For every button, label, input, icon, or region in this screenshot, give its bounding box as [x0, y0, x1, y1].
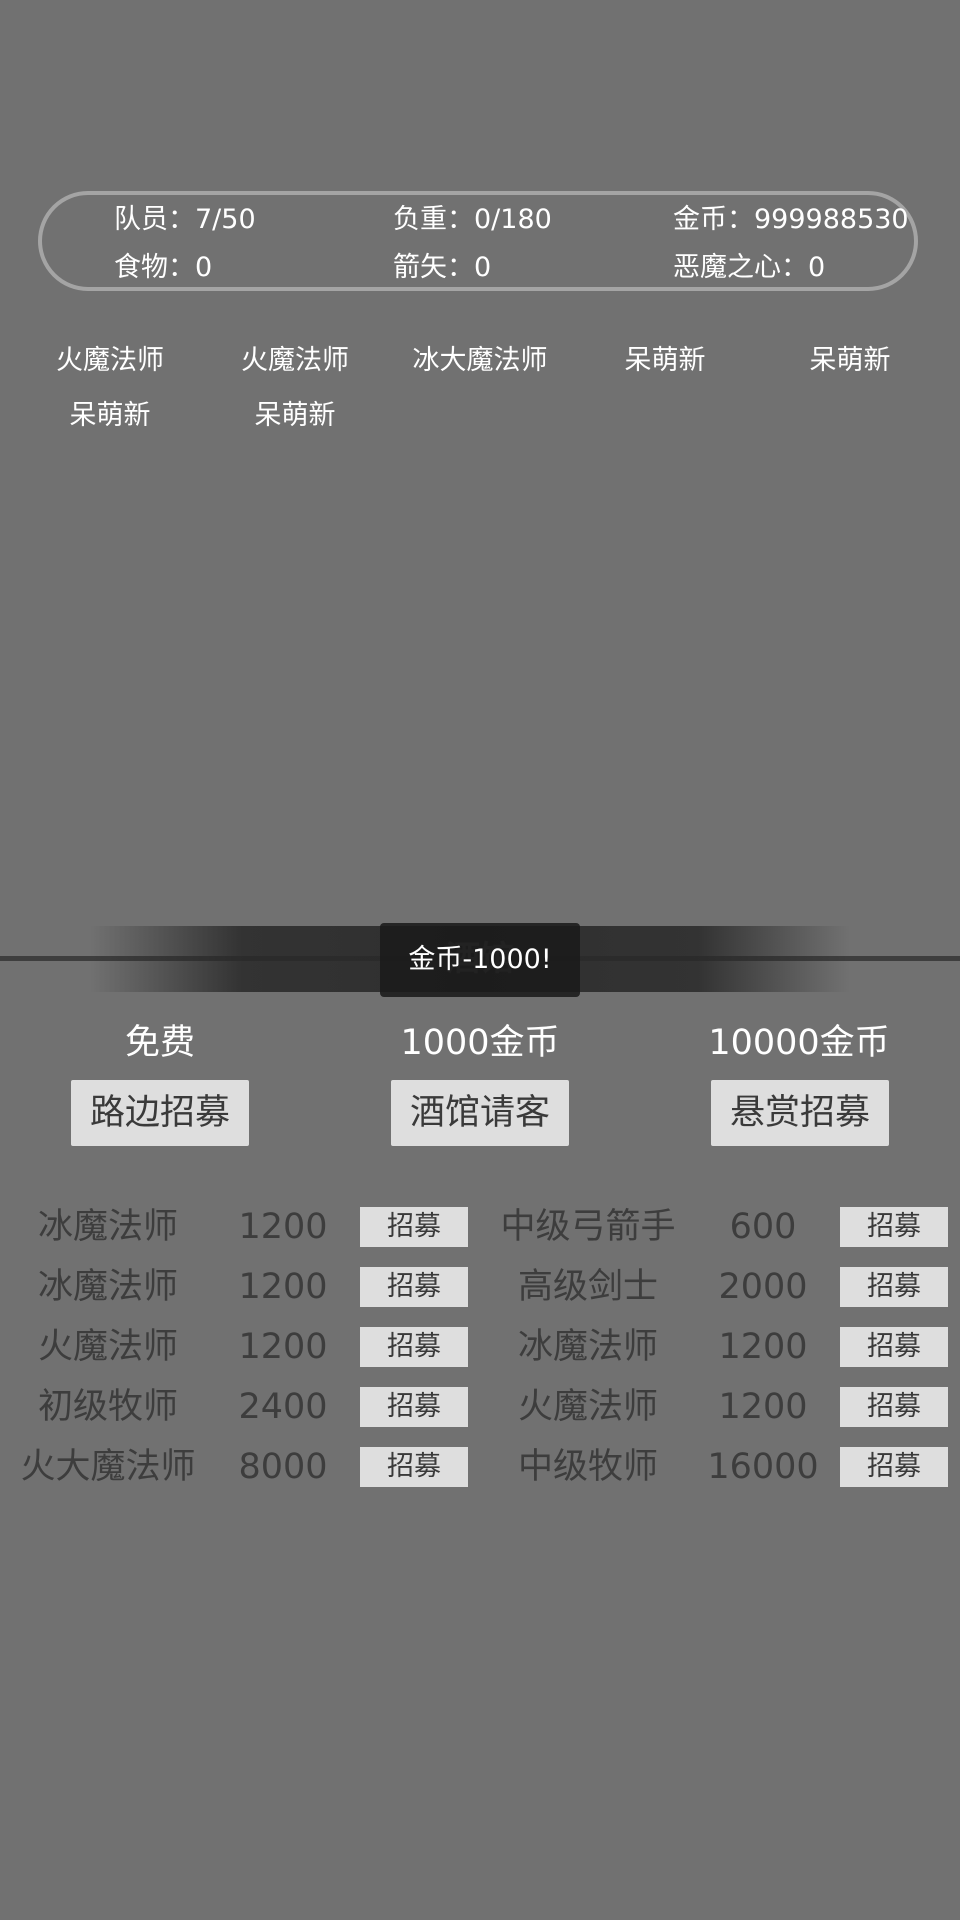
hire-button[interactable]: 招募: [840, 1267, 948, 1307]
stat-food-value: 0: [195, 252, 213, 283]
candidate-name: 初级牧师: [37, 1387, 178, 1427]
candidate-name: 中级牧师: [517, 1447, 658, 1487]
hire-button[interactable]: 招募: [840, 1207, 948, 1247]
candidate-price: 600: [729, 1207, 797, 1247]
cost-label-10000: 10000金币: [708, 1023, 890, 1063]
team-member[interactable]: 呆萌新: [770, 345, 930, 377]
candidate-name: 火魔法师: [37, 1327, 178, 1367]
stat-demon-heart: 恶魔之心：0: [673, 253, 825, 283]
candidate-name: 冰魔法师: [37, 1267, 178, 1307]
hire-button[interactable]: 招募: [840, 1387, 948, 1427]
candidate-price: 8000: [238, 1447, 328, 1487]
candidate-name: 冰魔法师: [517, 1327, 658, 1367]
stat-arrows-label: 箭矢：: [393, 252, 474, 283]
cost-label-free: 免费: [124, 1023, 195, 1063]
candidate-price: 2000: [718, 1267, 808, 1307]
stat-load-value: 0/180: [474, 204, 552, 235]
candidate-name: 火大魔法师: [20, 1447, 196, 1487]
roadside-recruit-button[interactable]: 路边招募: [71, 1080, 249, 1146]
hire-button[interactable]: 招募: [360, 1267, 468, 1307]
toast-message: 金币-1000!: [380, 923, 580, 997]
team-member[interactable]: 呆萌新: [215, 400, 375, 432]
hire-button[interactable]: 招募: [840, 1447, 948, 1487]
hire-button[interactable]: 招募: [360, 1327, 468, 1367]
candidate-price: 1200: [238, 1207, 328, 1247]
candidate-price: 2400: [238, 1387, 328, 1427]
hire-button[interactable]: 招募: [360, 1387, 468, 1427]
candidate-price: 1200: [718, 1327, 808, 1367]
team-member[interactable]: 呆萌新: [585, 345, 745, 377]
stats-panel: 队员：7/50 负重：0/180 金币：999988530 食物：0 箭矢：0 …: [38, 191, 918, 291]
stat-demon-heart-value: 0: [808, 252, 826, 283]
candidate-name: 冰魔法师: [37, 1207, 178, 1247]
stat-members-value: 7/50: [195, 204, 256, 235]
stat-arrows-value: 0: [474, 252, 492, 283]
stat-arrows: 箭矢：0: [393, 253, 491, 283]
candidate-name: 高级剑士: [517, 1267, 658, 1307]
cost-label-1000: 1000金币: [400, 1023, 560, 1063]
hire-button[interactable]: 招募: [360, 1207, 468, 1247]
stat-food: 食物：0: [114, 253, 212, 283]
candidate-price: 1200: [238, 1327, 328, 1367]
stat-gold: 金币：999988530: [673, 205, 909, 235]
candidate-price: 1200: [238, 1267, 328, 1307]
stat-demon-heart-label: 恶魔之心：: [673, 252, 808, 283]
stat-food-label: 食物：: [114, 252, 195, 283]
candidate-price: 16000: [707, 1447, 819, 1487]
stat-load-label: 负重：: [393, 204, 474, 235]
candidate-price: 1200: [718, 1387, 808, 1427]
candidate-name: 中级弓箭手: [500, 1207, 676, 1247]
tavern-treat-button[interactable]: 酒馆请客: [391, 1080, 569, 1146]
team-member[interactable]: 火魔法师: [215, 345, 375, 377]
team-member[interactable]: 呆萌新: [30, 400, 190, 432]
stat-gold-value: 999988530: [754, 204, 909, 235]
team-member[interactable]: 冰大魔法师: [400, 345, 560, 377]
stat-load: 负重：0/180: [393, 205, 552, 235]
game-screen: 队员：7/50 负重：0/180 金币：999988530 食物：0 箭矢：0 …: [0, 0, 960, 1920]
stat-members: 队员：7/50: [114, 205, 256, 235]
stat-gold-label: 金币：: [673, 204, 754, 235]
bounty-recruit-button[interactable]: 悬赏招募: [711, 1080, 889, 1146]
team-member[interactable]: 火魔法师: [30, 345, 190, 377]
hire-button[interactable]: 招募: [840, 1327, 948, 1367]
candidate-name: 火魔法师: [517, 1387, 658, 1427]
stat-members-label: 队员：: [114, 204, 195, 235]
hire-button[interactable]: 招募: [360, 1447, 468, 1487]
